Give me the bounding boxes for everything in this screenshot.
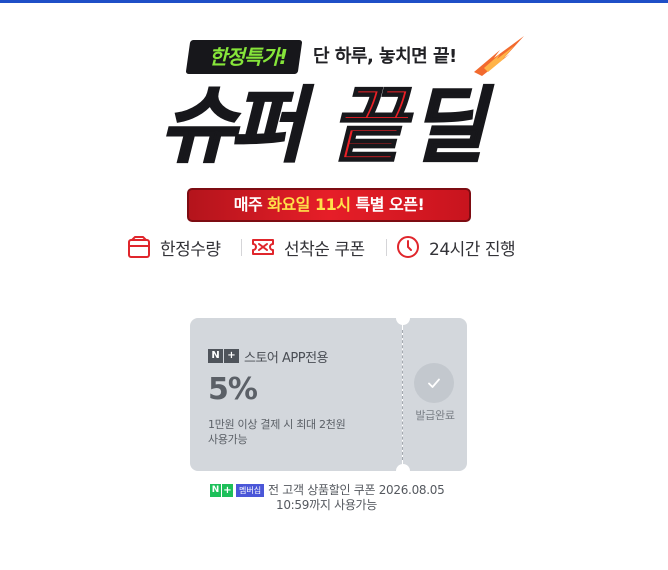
limited-offer-tag-text: 한정특가! xyxy=(209,45,288,69)
issued-status-label: 발급완료 xyxy=(415,409,455,422)
feature-24-hours: 24시간 진행 xyxy=(395,232,516,262)
feature-label: 선착순 쿠폰 xyxy=(284,239,365,260)
banner-title-part3: 딜 xyxy=(409,78,487,175)
feature-label: 한정수량 xyxy=(160,239,221,260)
coupon-notch-bottom xyxy=(396,464,410,478)
issued-check-icon xyxy=(414,363,454,403)
coupon-card[interactable]: N + 스토어 APP전용 5% 1만원 이상 결제 시 최대 2천원 사용가능… xyxy=(190,311,467,478)
banner-title: 슈퍼 끝 딜 xyxy=(159,74,500,180)
feature-limited-quantity: 한정수량 xyxy=(126,232,221,262)
banner-title-part1: 슈퍼 xyxy=(159,78,306,175)
coupon-condition-line1: 1만원 이상 결제 시 최대 2천원 xyxy=(208,418,346,431)
membership-badge: N + 멤버십 xyxy=(210,484,265,497)
coupon-icon xyxy=(252,239,274,255)
feature-divider xyxy=(241,239,242,256)
banner-slogan: 단 하루, 놓치면 끝! xyxy=(313,46,457,67)
weekly-suffix: 특별 오픈! xyxy=(350,195,425,214)
weekly-prefix: 매주 xyxy=(233,195,268,214)
spark-icon xyxy=(474,36,524,76)
super-deal-banner: 한정특가! 단 하루, 놓치면 끝! 슈퍼 끝 딜 매주 화요일 11시 특별 … xyxy=(0,0,668,270)
weekly-open-pill: 매주 화요일 11시 특별 오픈! xyxy=(187,188,471,222)
banner-title-part2: 끝 xyxy=(329,78,407,175)
feature-label: 24시간 진행 xyxy=(429,239,516,260)
coupon-notch-top xyxy=(396,311,410,325)
feature-divider xyxy=(386,239,387,256)
naver-n-badge: N xyxy=(208,349,223,363)
coupon-discount: 5% xyxy=(208,372,258,407)
feature-first-come-coupon: 선착순 쿠폰 xyxy=(250,232,365,262)
coupon-perforation xyxy=(402,330,403,460)
check-icon xyxy=(428,378,440,388)
coupon-note-line2: 10:59까지 사용가능 xyxy=(276,498,378,512)
plus-badge: + xyxy=(224,349,239,363)
coupon-store-row: N + 스토어 APP전용 xyxy=(208,348,329,366)
membership-n-badge: N xyxy=(210,484,221,497)
membership-badge-text: 멤버십 xyxy=(236,484,265,497)
coupon-condition: 1만원 이상 결제 시 최대 2천원 사용가능 xyxy=(208,417,392,447)
weekly-highlight: 화요일 11시 xyxy=(267,195,351,214)
clock-icon xyxy=(397,236,419,258)
box-icon xyxy=(128,236,150,258)
membership-plus-badge: + xyxy=(222,484,233,497)
coupon-note-line1: 전 고객 상품할인 쿠폰 2026.08.05 xyxy=(268,483,445,497)
coupon-condition-line2: 사용가능 xyxy=(208,433,248,446)
coupon-store-label: 스토어 APP전용 xyxy=(244,350,329,366)
coupon-note: N + 멤버십 전 고객 상품할인 쿠폰 2026.08.05 10:59까지 … xyxy=(210,482,460,514)
